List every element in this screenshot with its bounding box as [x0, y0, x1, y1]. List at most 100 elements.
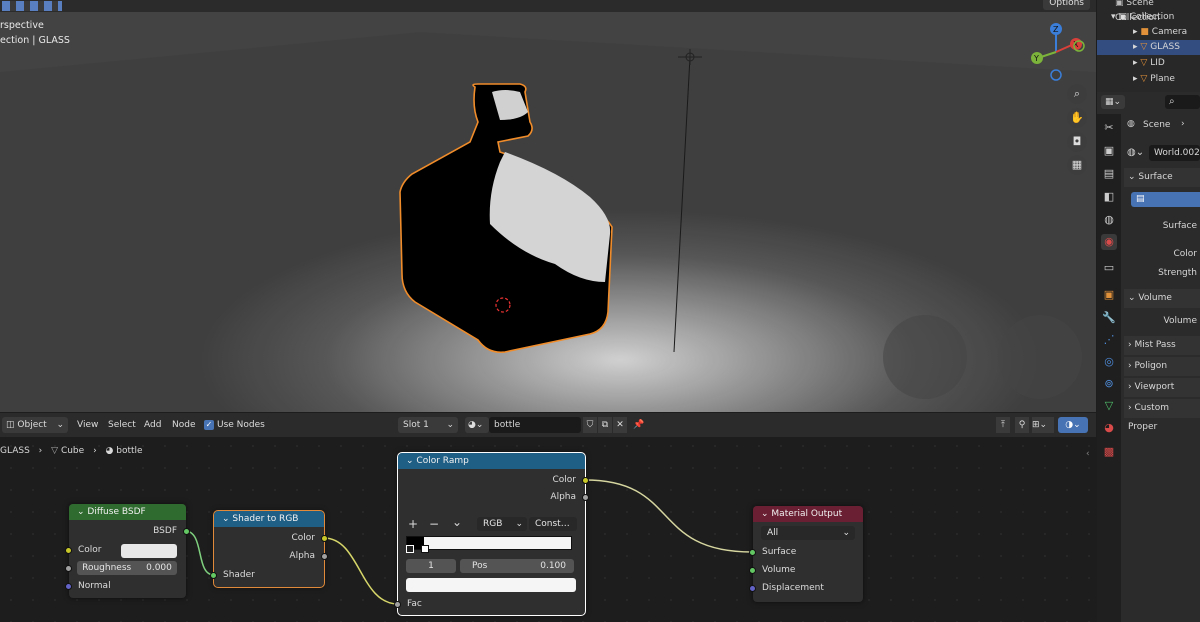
stop-handle-white[interactable]	[421, 545, 429, 553]
render-tab-icon[interactable]: ▣	[1101, 143, 1117, 159]
outliner-item-plane[interactable]: ▸ ▽ Plane	[1097, 72, 1200, 87]
surface-input-label: Surface	[762, 547, 797, 557]
stop-index-field[interactable]: 1	[406, 559, 456, 573]
material-tab-icon[interactable]: ◕	[1101, 420, 1117, 436]
link-bsdf-shader	[184, 530, 215, 576]
expand-arrow-icon: ▸	[1133, 58, 1138, 68]
modifier-tab-icon[interactable]: 🔧	[1101, 310, 1117, 326]
volume-section[interactable]: ⌄ Volume	[1124, 289, 1200, 308]
mesh-icon: ▽	[1140, 74, 1148, 84]
alpha-output-socket[interactable]	[582, 494, 589, 501]
chevron-down-icon: ⌄	[842, 528, 850, 538]
use-nodes-button[interactable]: ▤	[1131, 192, 1200, 207]
world-tab-icon[interactable]: ◉	[1101, 234, 1117, 250]
remove-stop-button[interactable]: −	[429, 517, 439, 531]
alpha-output-socket[interactable]	[321, 553, 328, 560]
expand-arrow-icon: ▸	[1133, 27, 1138, 37]
fac-input-label: Fac	[407, 599, 422, 609]
options-button[interactable]: Options	[1043, 0, 1090, 10]
color-swatch[interactable]	[121, 544, 177, 558]
scene-breadcrumb: Scene	[1143, 120, 1171, 130]
node-header[interactable]: ⌄ Color Ramp	[398, 453, 585, 469]
constraints-tab-icon[interactable]: ⊚	[1101, 376, 1117, 392]
normal-input-socket[interactable]	[65, 583, 72, 590]
surface-section[interactable]: ⌄ Surface	[1124, 168, 1200, 187]
3d-viewport[interactable]: Options rspective ection | GLASS Z Y X ⌕…	[0, 0, 1096, 412]
color-ramp-gradient[interactable]	[406, 536, 572, 550]
mist-pass-section[interactable]: › Mist Pass	[1124, 336, 1200, 355]
navigation-gizmo[interactable]: Z Y X	[1026, 22, 1090, 84]
scene-canvas	[0, 32, 1096, 412]
node-header[interactable]: ⌄ Shader to RGB	[214, 511, 324, 527]
ramp-menu-button[interactable]: ⌄	[452, 515, 462, 529]
color-label: Color	[1173, 249, 1198, 259]
color-output-socket[interactable]	[582, 477, 589, 484]
stop-handle-black[interactable]	[406, 545, 414, 553]
shader-input-socket[interactable]	[210, 572, 217, 579]
select-mode-icons[interactable]	[2, 1, 62, 11]
pan-hand-icon[interactable]: ✋	[1067, 108, 1087, 128]
outliner-panel: ▣ Scene Collection ▾ ▣ Collection ▸ ■ Ca…	[1097, 0, 1200, 92]
expand-arrow-icon: ›	[1128, 403, 1132, 413]
world-name-field[interactable]: World.002	[1149, 145, 1200, 161]
view-layer-tab-icon[interactable]: ◧	[1101, 189, 1117, 205]
physics-tab-icon[interactable]: ◎	[1101, 354, 1117, 370]
strength-label: Strength	[1158, 268, 1197, 278]
stop-color-swatch[interactable]	[406, 578, 576, 592]
alpha-output-label: Alpha	[550, 492, 576, 502]
interpolation-dropdown[interactable]: Const…	[529, 517, 577, 531]
output-tab-icon[interactable]: ▤	[1101, 166, 1117, 182]
mesh-icon: ▽	[1140, 42, 1148, 52]
expand-arrow-icon: ▸	[1133, 74, 1138, 84]
particles-tab-icon[interactable]: ⋰	[1101, 332, 1117, 348]
texture-tab-icon[interactable]: ▩	[1101, 444, 1117, 460]
color-input-socket[interactable]	[65, 547, 72, 554]
object-tab-icon[interactable]: ▣	[1101, 287, 1117, 303]
collection-icon: ▣	[1118, 12, 1127, 22]
surface-input-socket[interactable]	[749, 549, 756, 556]
poligon-section[interactable]: › Poligon	[1124, 357, 1200, 376]
displacement-input-socket[interactable]	[749, 585, 756, 592]
node-header[interactable]: ⌄ Diffuse BSDF	[69, 504, 186, 520]
add-stop-button[interactable]: +	[408, 517, 418, 531]
camera-view-icon[interactable]: ◘	[1067, 132, 1087, 152]
outliner-item-camera[interactable]: ▸ ■ Camera	[1097, 25, 1200, 40]
shader-to-rgb-node[interactable]: ⌄ Shader to RGB Color Alpha Shader	[210, 510, 328, 588]
volume-input-socket[interactable]	[749, 567, 756, 574]
collapse-arrow-icon: ⌄	[1128, 172, 1136, 182]
tool-tab-icon[interactable]: ✂	[1101, 120, 1117, 136]
ortho-grid-icon[interactable]: ▦	[1067, 155, 1087, 175]
outliner-item-glass[interactable]: ▸ ▽ GLASS	[1097, 40, 1200, 55]
displacement-input-label: Displacement	[762, 583, 824, 593]
world-icon: ◍	[1127, 119, 1135, 129]
color-mode-dropdown[interactable]: RGB ⌄	[477, 517, 527, 531]
viewport-disc-2	[998, 315, 1082, 399]
viewport-display-section[interactable]: › Viewport Displa	[1124, 378, 1200, 411]
properties-search-icon[interactable]: ⌕	[1165, 95, 1200, 109]
data-tab-icon[interactable]: ▽	[1101, 398, 1117, 414]
properties-panel: ▦⌄ ⌕ ✂ ▣ ▤ ◧ ◍ ◉ ▭ ▣ 🔧 ⋰ ◎ ⊚ ▽ ◕ ▩ ◍ Sce…	[1097, 92, 1200, 622]
roughness-input-socket[interactable]	[65, 565, 72, 572]
custom-properties-section[interactable]: › Custom Proper	[1124, 399, 1200, 432]
outliner-item-lid[interactable]: ▸ ▽ LID	[1097, 56, 1200, 71]
collapse-arrow-icon: ⌄	[77, 507, 85, 517]
color-output-label: Color	[291, 533, 316, 543]
render-target-dropdown[interactable]: All ⌄	[761, 526, 855, 540]
bsdf-output-socket[interactable]	[183, 528, 190, 535]
stop-position-field[interactable]: Pos 0.100	[460, 559, 574, 573]
diffuse-bsdf-node[interactable]: ⌄ Diffuse BSDF BSDF Color Roughness 0.00…	[65, 504, 190, 598]
collection-tab-icon[interactable]: ▭	[1101, 260, 1117, 276]
color-ramp-node[interactable]: ⌄ Color Ramp Color Alpha + − ⌄ RGB ⌄ Con…	[394, 452, 589, 616]
roughness-field[interactable]: Roughness 0.000	[77, 561, 177, 575]
viewport-header: Options	[0, 0, 1096, 12]
editor-type-icon[interactable]: ▦⌄	[1101, 95, 1125, 109]
scene-tab-icon[interactable]: ◍	[1101, 212, 1117, 228]
outliner-item-collection[interactable]: ▾ ▣ Collection	[1097, 10, 1200, 25]
collapse-arrow-icon: ⌄	[1128, 293, 1136, 303]
material-output-node[interactable]: ⌄ Material Output All ⌄ Surface Volume D…	[749, 506, 863, 602]
fac-input-socket[interactable]	[394, 601, 401, 608]
color-output-socket[interactable]	[321, 535, 328, 542]
world-selector-icon[interactable]: ◍⌄	[1127, 145, 1149, 160]
node-header[interactable]: ⌄ Material Output	[753, 506, 863, 522]
zoom-icon[interactable]: ⌕	[1067, 84, 1087, 104]
